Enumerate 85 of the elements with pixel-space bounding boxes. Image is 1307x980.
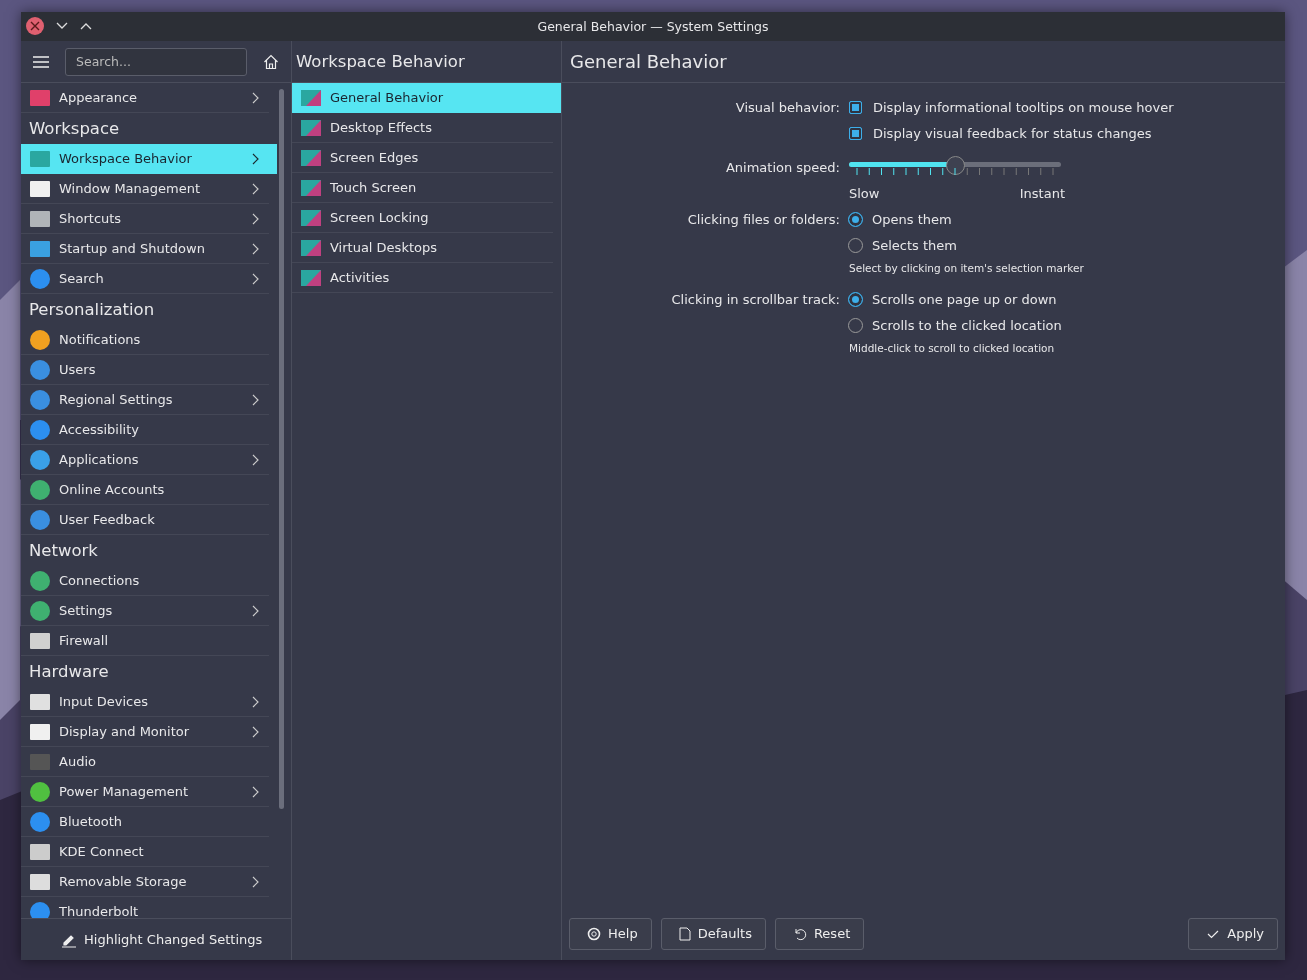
module-icon <box>29 900 51 918</box>
lifebuoy-icon <box>587 926 601 941</box>
close-button[interactable] <box>26 17 44 35</box>
help-button[interactable]: Help <box>569 917 652 950</box>
home-icon[interactable] <box>263 53 279 70</box>
submodule-item[interactable]: Desktop Effects <box>292 113 553 143</box>
sidebar-item[interactable]: Bluetooth <box>21 807 269 837</box>
module-icon <box>29 388 51 411</box>
sidebar-item[interactable]: Power Management <box>21 777 269 807</box>
undo-icon <box>792 926 807 941</box>
category-heading: Network <box>28 540 99 562</box>
module-icon <box>29 478 51 501</box>
submodule-item[interactable]: Touch Screen <box>292 173 553 203</box>
sidebar-item[interactable]: Window Management <box>21 174 269 204</box>
sidebar-item[interactable]: Removable Storage <box>21 867 269 897</box>
sidebar-item[interactable]: Applications <box>21 445 269 475</box>
option-label: Opens them <box>872 211 952 227</box>
category-heading: Hardware <box>28 661 110 683</box>
module-icon <box>29 267 51 290</box>
sidebar-item[interactable]: Online Accounts <box>21 475 269 505</box>
sidebar-item[interactable]: Firewall <box>21 626 269 656</box>
minimize-icon[interactable] <box>56 22 68 30</box>
module-icon <box>29 599 51 622</box>
defaults-button[interactable]: Defaults <box>660 917 766 950</box>
sidebar-item[interactable]: Settings <box>21 596 269 626</box>
checkbox[interactable] <box>849 100 862 114</box>
min-label: Slow <box>849 185 880 201</box>
module-icon <box>29 328 51 351</box>
module-icon <box>29 448 51 471</box>
sidebar-item[interactable]: Accessibility <box>21 415 269 445</box>
hint-text: Middle-click to scroll to clicked location <box>849 342 1055 354</box>
radio-button[interactable] <box>848 211 863 227</box>
field-label: Clicking files or folders: <box>686 211 841 227</box>
sidebar-item[interactable]: Startup and Shutdown <box>21 234 269 264</box>
submodule-item[interactable]: Virtual Desktops <box>292 233 553 263</box>
reset-button[interactable]: Reset <box>774 917 865 950</box>
field-label: Animation speed: <box>724 159 841 175</box>
submodule-item[interactable]: Screen Locking <box>292 203 553 233</box>
module-icon <box>29 418 51 441</box>
option-label: Scrolls to the clicked location <box>872 317 1062 333</box>
sidebar-item[interactable]: Shortcuts <box>21 204 269 234</box>
module-icon <box>29 569 51 592</box>
module-icon <box>29 780 51 803</box>
field-label: Visual behavior: <box>734 99 841 115</box>
sidebar-item[interactable]: Regional Settings <box>21 385 269 415</box>
sidebar-item[interactable]: Audio <box>21 747 269 777</box>
module-icon <box>29 508 51 531</box>
sidebar-item[interactable]: Appearance <box>21 83 269 113</box>
sidebar-item[interactable]: Input Devices <box>21 687 269 717</box>
panel-title: Workspace Behavior <box>295 52 465 71</box>
hint-text: Select by clicking on item's selection marker <box>849 262 1084 274</box>
sidebar-item[interactable]: Notifications <box>21 325 269 355</box>
close-icon <box>30 21 40 31</box>
sidebar-item[interactable]: Search <box>21 264 269 294</box>
sidebar-item[interactable]: KDE Connect <box>21 837 269 867</box>
sidebar-item[interactable]: Users <box>21 355 269 385</box>
radio-button[interactable] <box>848 291 863 307</box>
window-title: General Behavior — System Settings <box>537 19 769 34</box>
max-label: Instant <box>1019 185 1065 201</box>
slider[interactable] <box>849 157 1061 177</box>
maximize-icon[interactable] <box>80 22 92 30</box>
submodule-item[interactable]: General Behavior <box>292 83 561 113</box>
sidebar-item[interactable]: Workspace Behavior <box>21 144 277 174</box>
category-heading: Personalization <box>28 299 156 321</box>
sidebar-item[interactable]: Connections <box>21 566 269 596</box>
menu-icon[interactable] <box>33 55 49 68</box>
document-icon <box>678 926 691 941</box>
submodule-item[interactable]: Activities <box>292 263 553 293</box>
sidebar-item[interactable]: Display and Monitor <box>21 717 269 747</box>
option-label: Display visual feedback for status changes <box>873 125 1152 141</box>
field-label: Clicking in scrollbar track: <box>670 291 841 307</box>
page-title: General Behavior <box>569 51 727 72</box>
checkbox[interactable] <box>849 126 862 140</box>
category-heading: Workspace <box>28 118 121 140</box>
search-field[interactable]: Search... <box>65 47 247 76</box>
module-icon <box>29 810 51 833</box>
apply-button[interactable]: Apply <box>1188 917 1278 950</box>
highlight-changed-settings-button[interactable]: Highlight Changed Settings <box>61 927 263 952</box>
option-label: Display informational tooltips on mouse hover <box>873 99 1174 115</box>
option-label: Scrolls one page up or down <box>872 291 1057 307</box>
submodule-item[interactable]: Screen Edges <box>292 143 553 173</box>
sidebar-item[interactable]: Thunderbolt <box>21 897 269 918</box>
module-icon <box>29 358 51 381</box>
option-label: Selects them <box>872 237 957 253</box>
sidebar-item[interactable]: User Feedback <box>21 505 269 535</box>
